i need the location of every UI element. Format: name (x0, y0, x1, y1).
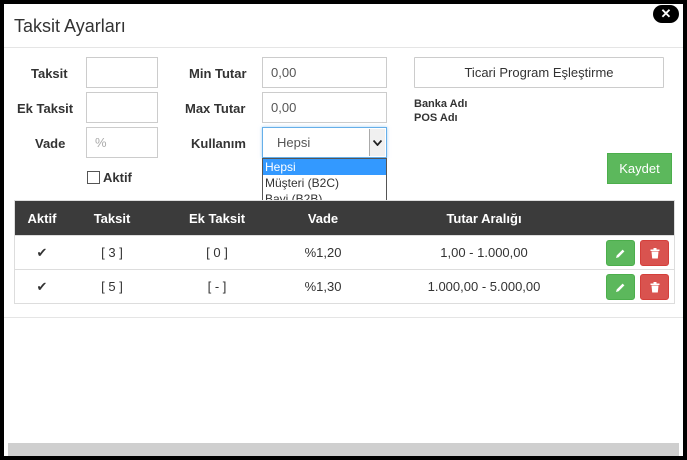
header-tutar-araligi: Tutar Aralığı (446, 210, 522, 226)
row-taksit: [ 3 ] (101, 245, 123, 260)
close-button[interactable]: ✕ (653, 5, 679, 23)
header-ek-taksit: Ek Taksit (188, 210, 246, 226)
row-vade: %1,30 (304, 279, 342, 294)
taksit-table: Aktif Taksit Ek Taksit Vade Tutar Aralığ… (14, 200, 675, 304)
ticari-program-eslestirme-button[interactable]: Ticari Program Eşleştirme (414, 57, 664, 88)
kullanim-label: Kullanım (191, 136, 246, 151)
vade-label: Vade (35, 136, 66, 151)
trash-icon (650, 247, 659, 258)
row-ek-taksit: [ 0 ] (206, 245, 228, 260)
max-tutar-input[interactable] (262, 92, 387, 123)
table-row: ✔ [ 5 ] [ - ] %1,30 1.000,00 - 5.000,00 (15, 269, 674, 303)
kullanim-selected-value: Hepsi (277, 135, 311, 150)
aktif-label: Aktif (103, 170, 132, 185)
dialog-header: Taksit Ayarları ✕ (4, 4, 683, 48)
row-ek-taksit: [ - ] (207, 279, 227, 294)
max-tutar-label: Max Tutar (185, 101, 246, 116)
ek-taksit-label: Ek Taksit (17, 101, 74, 116)
aktif-checkbox[interactable] (87, 171, 100, 184)
kullanim-select[interactable]: Hepsi (262, 127, 387, 158)
header-aktif: Aktif (27, 210, 57, 226)
pencil-icon (616, 283, 625, 292)
dialog-divider (4, 317, 683, 318)
row-tutar-araligi: 1,00 - 1.000,00 (440, 245, 528, 260)
row-taksit: [ 5 ] (101, 279, 123, 294)
header-vade: Vade (307, 210, 339, 226)
horizontal-scrollbar[interactable] (8, 443, 679, 456)
check-icon: ✔ (36, 244, 48, 260)
edit-button[interactable] (606, 240, 635, 266)
vade-input[interactable] (86, 127, 158, 158)
min-tutar-input[interactable] (262, 57, 387, 88)
delete-button[interactable] (640, 274, 669, 300)
chevron-down-icon[interactable] (369, 129, 385, 156)
taksit-input[interactable] (86, 57, 158, 88)
table-row: ✔ [ 3 ] [ 0 ] %1,20 1,00 - 1.000,00 (15, 235, 674, 269)
check-icon: ✔ (36, 278, 48, 294)
row-tutar-araligi: 1.000,00 - 5.000,00 (427, 279, 541, 294)
table-header: Aktif Taksit Ek Taksit Vade Tutar Aralığ… (15, 201, 674, 235)
banka-adi-label: Banka Adı (414, 98, 468, 110)
edit-button[interactable] (606, 274, 635, 300)
pencil-icon (616, 249, 625, 258)
row-vade: %1,20 (304, 245, 342, 260)
delete-button[interactable] (640, 240, 669, 266)
taksit-label: Taksit (31, 66, 68, 81)
pos-adi-label: POS Adı (414, 112, 458, 124)
header-taksit: Taksit (93, 210, 131, 226)
kaydet-button[interactable]: Kaydet (607, 153, 672, 184)
taksit-ayarlari-dialog: Taksit Ayarları ✕ Taksit Ek Taksit Vade … (4, 4, 683, 456)
dropdown-option-musteri[interactable]: Müşteri (B2C) (263, 175, 386, 191)
dialog-title: Taksit Ayarları (14, 16, 126, 36)
trash-icon (650, 281, 659, 292)
min-tutar-label: Min Tutar (189, 66, 247, 81)
dropdown-option-hepsi[interactable]: Hepsi (263, 159, 386, 175)
ek-taksit-input[interactable] (86, 92, 158, 123)
